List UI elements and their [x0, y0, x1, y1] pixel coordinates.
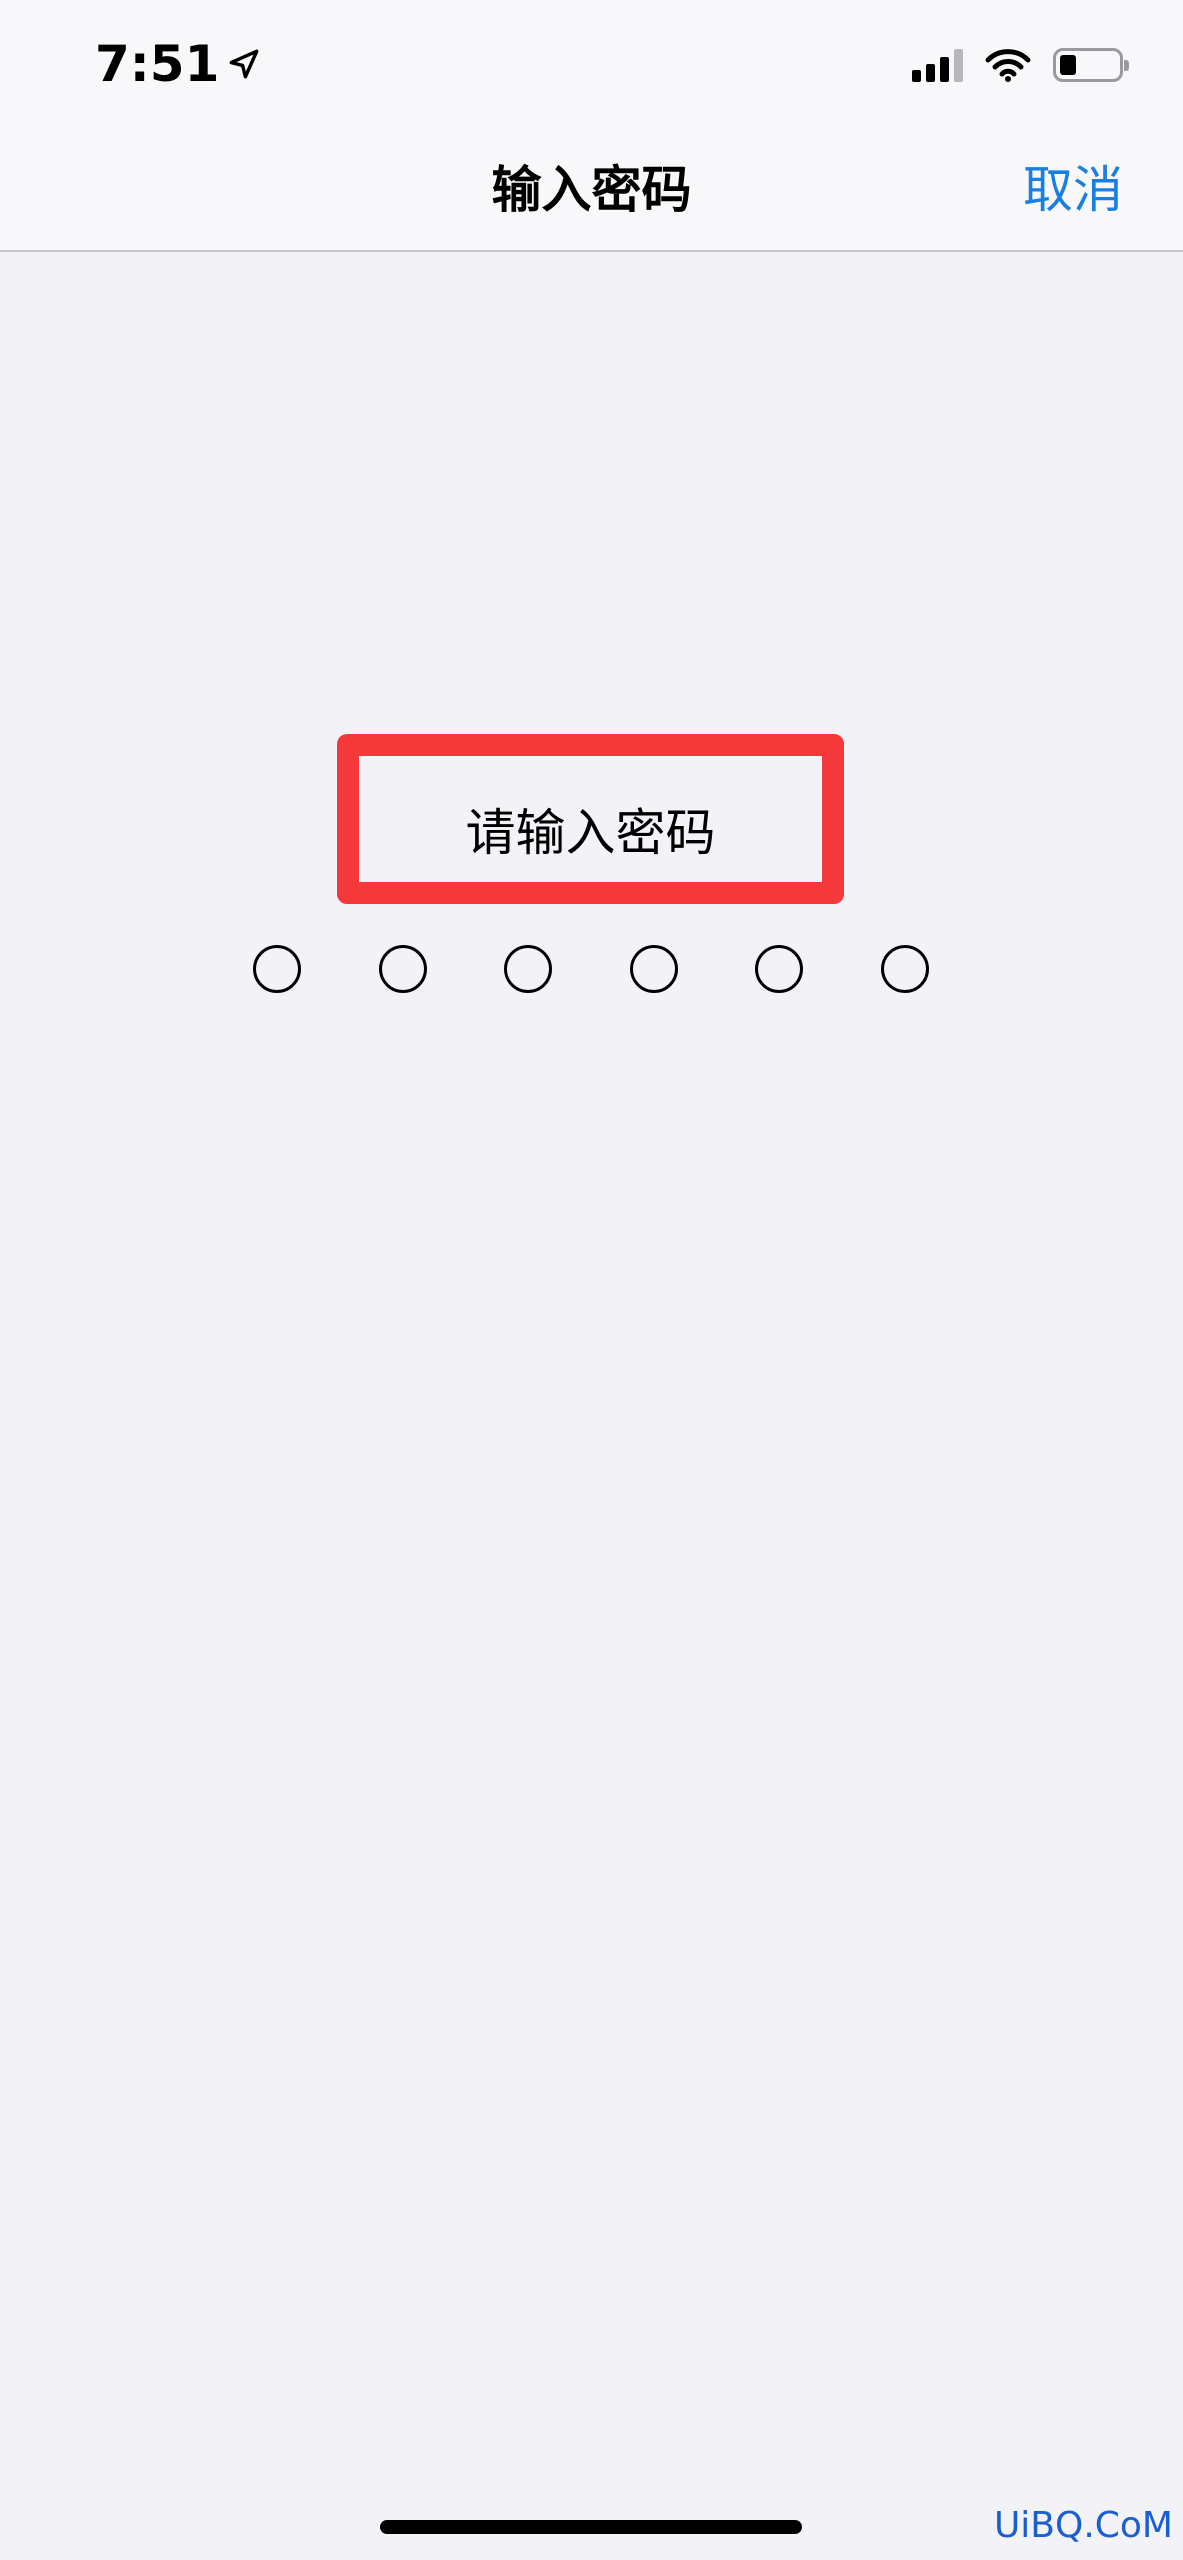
passcode-dot: [880, 945, 929, 993]
cellular-signal-icon: [912, 48, 963, 82]
page-title: 输入密码: [491, 161, 692, 219]
home-indicator[interactable]: [380, 2520, 802, 2534]
passcode-screen: 7:51 输入密码 取消 请输入密码 UiBQ.CoM: [0, 0, 1183, 2560]
cancel-button[interactable]: 取消: [1023, 150, 1123, 230]
passcode-dot: [755, 945, 804, 993]
passcode-dots: [253, 945, 929, 993]
highlight-box: 请输入密码: [337, 734, 844, 904]
watermark-text: UiBQ.CoM: [993, 2505, 1173, 2546]
top-bar: 7:51 输入密码 取消: [0, 0, 1183, 252]
status-time: 7:51: [95, 34, 261, 94]
passcode-dot: [504, 945, 553, 993]
status-icons: [912, 40, 1129, 90]
location-arrow-icon: [229, 49, 259, 79]
passcode-dot: [253, 945, 301, 993]
battery-icon: [1053, 48, 1129, 82]
passcode-dot: [629, 945, 678, 993]
wifi-icon: [985, 49, 1031, 82]
prompt-text: 请输入密码: [465, 804, 716, 862]
passcode-dot: [378, 945, 427, 993]
status-time-text: 7:51: [95, 35, 220, 93]
